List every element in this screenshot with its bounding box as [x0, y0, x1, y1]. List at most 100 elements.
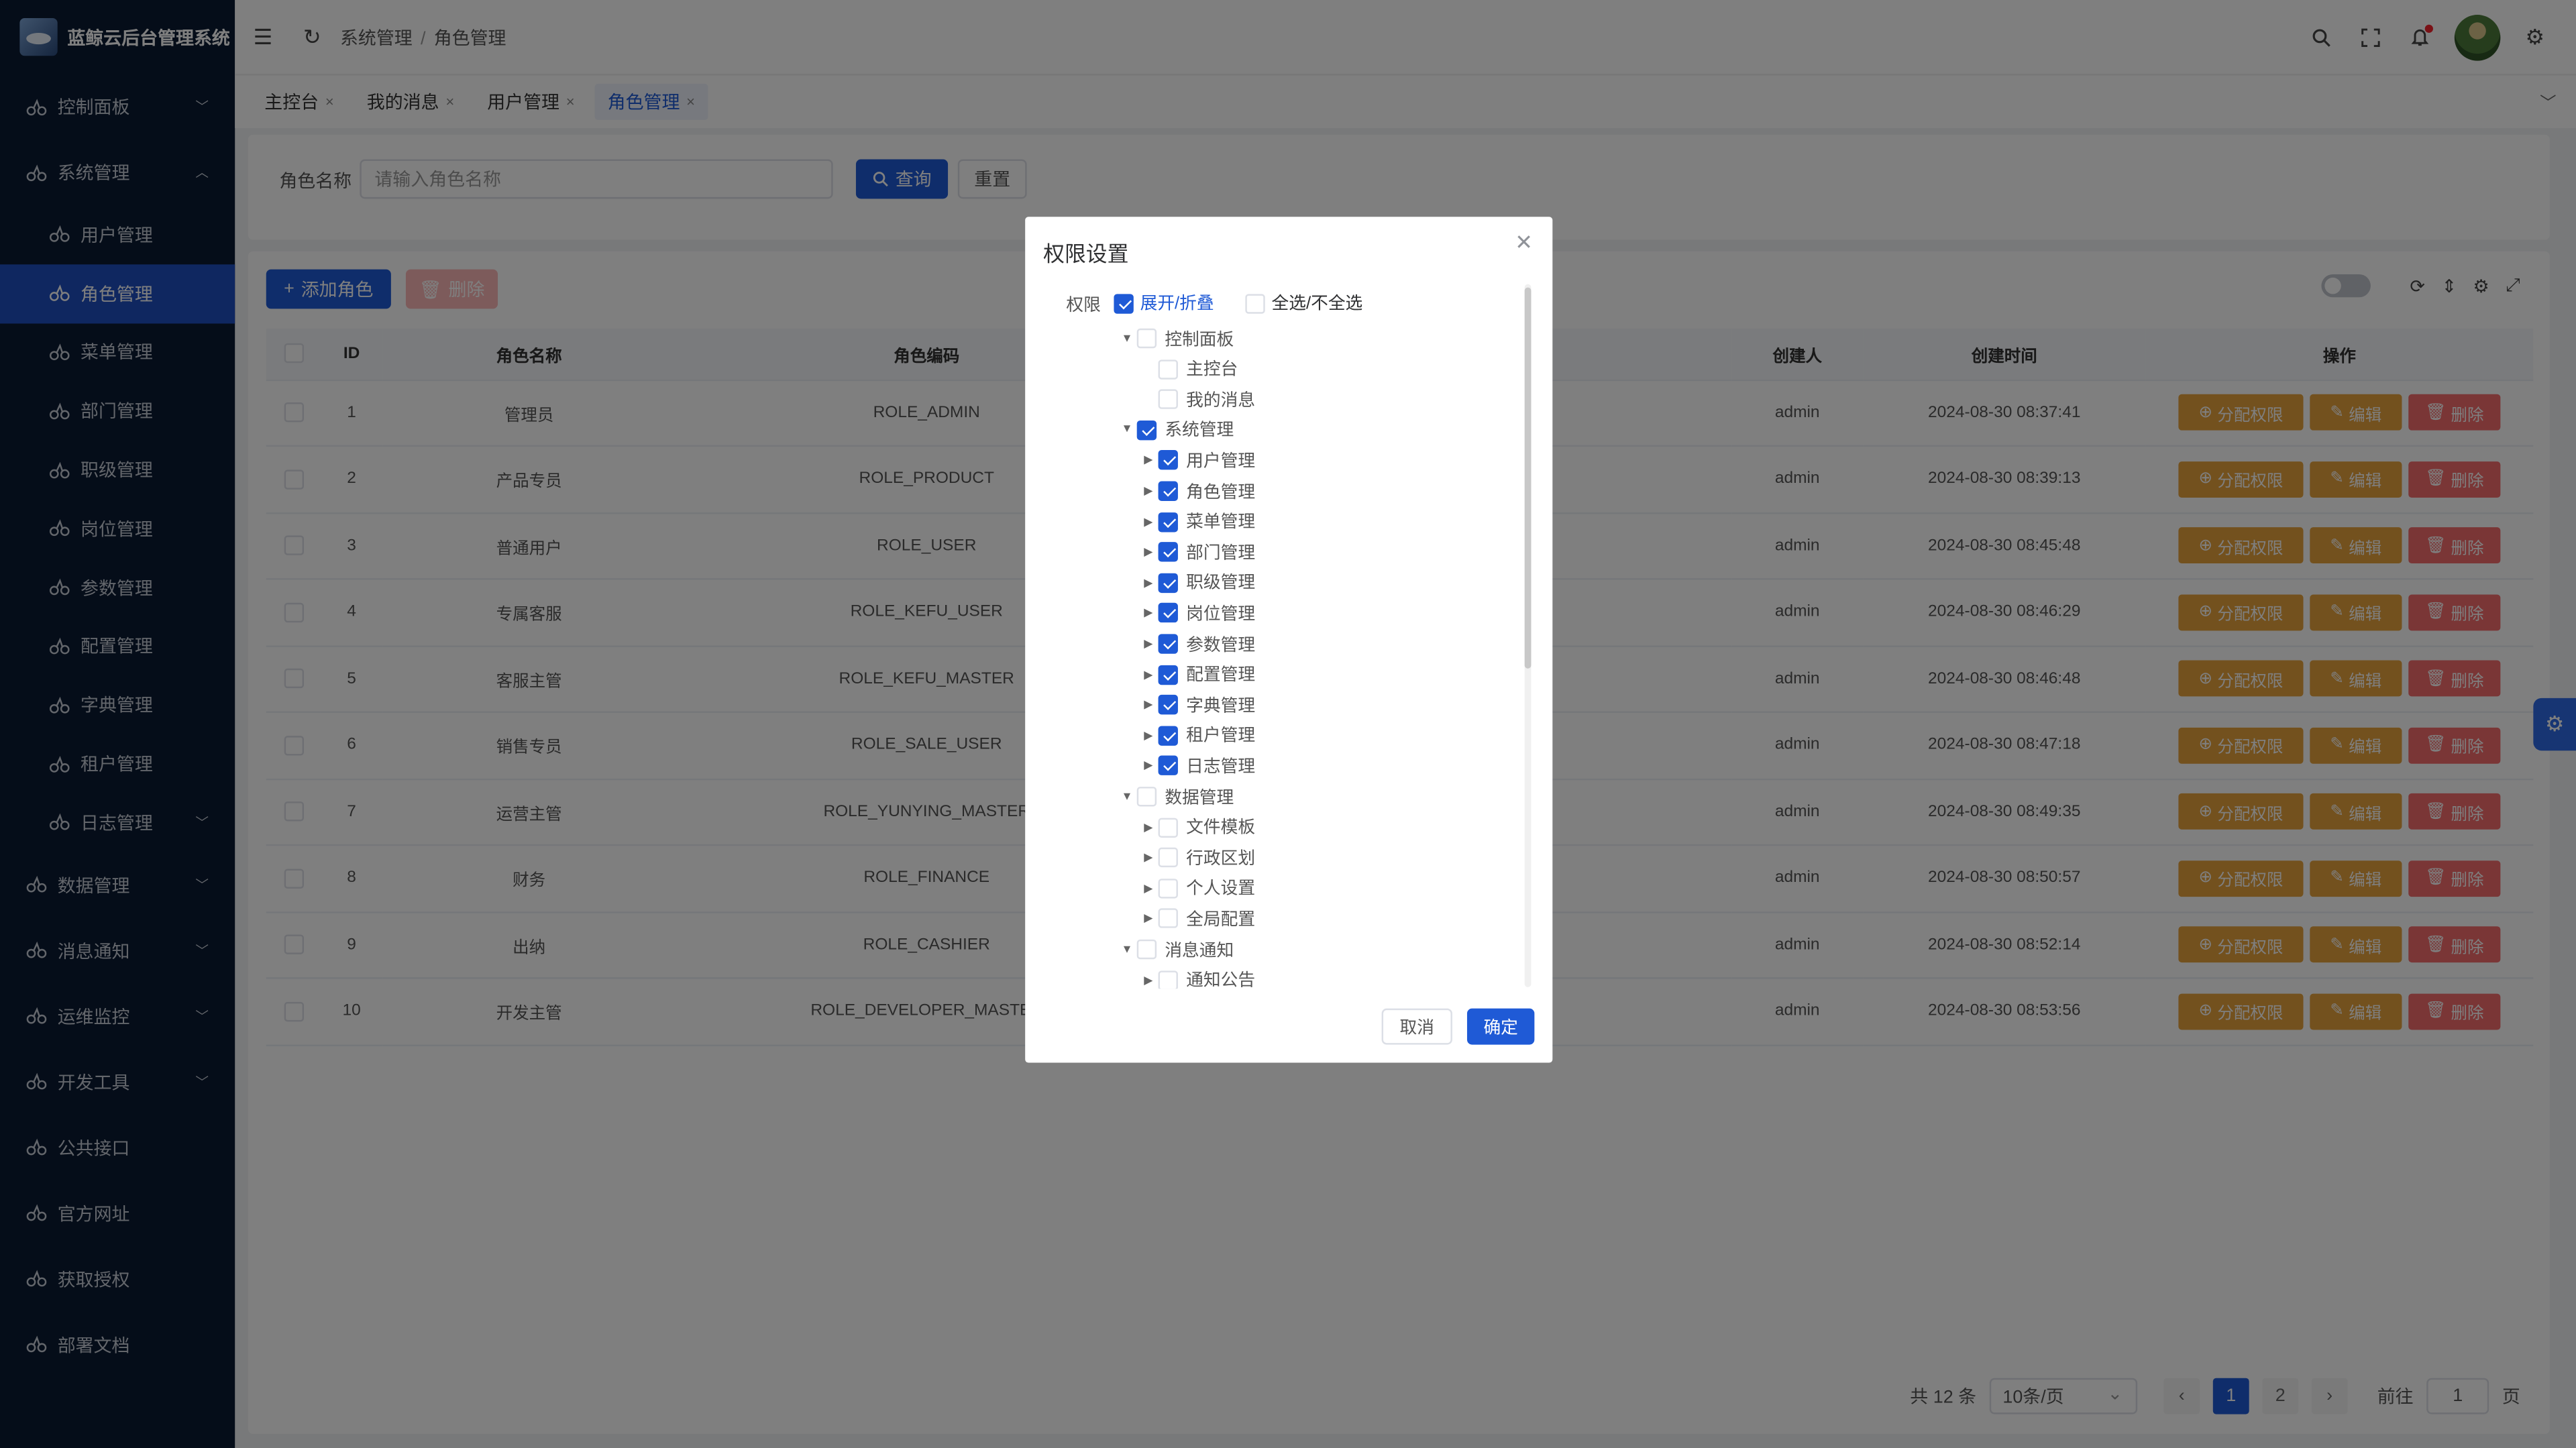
tree-node-checkbox[interactable]: [1158, 542, 1178, 563]
tree-node-checkbox[interactable]: [1158, 664, 1178, 685]
tree-node[interactable]: ▶ 菜单管理: [1138, 507, 1255, 537]
caret-right-icon[interactable]: ▶: [1138, 973, 1158, 987]
tree-node-checkbox[interactable]: [1158, 512, 1178, 532]
tree-scrollbar-thumb[interactable]: [1524, 287, 1532, 669]
tree-node-checkbox[interactable]: [1158, 756, 1178, 776]
tree-node-label: 用户管理: [1186, 451, 1256, 471]
caret-right-icon[interactable]: ▶: [1138, 882, 1158, 895]
tree-node-checkbox[interactable]: [1158, 848, 1178, 868]
caret-right-icon[interactable]: ▶: [1138, 912, 1158, 926]
confirm-button-label: 确定: [1483, 1017, 1518, 1038]
tree-node[interactable]: ▶ 部门管理: [1138, 537, 1255, 567]
tree-node-checkbox[interactable]: [1158, 695, 1178, 715]
caret-down-icon[interactable]: ▼: [1117, 333, 1136, 344]
tree-node-label: 岗位管理: [1186, 604, 1256, 624]
tree-node-checkbox[interactable]: [1158, 725, 1178, 746]
select-all-tree-checkbox[interactable]: [1245, 293, 1265, 313]
tree-node[interactable]: ▼ 消息通知: [1117, 934, 1234, 964]
tree-node-checkbox[interactable]: [1158, 573, 1178, 593]
expand-collapse-label: 展开/折叠: [1140, 294, 1214, 314]
tree-node[interactable]: ▶ 日志管理: [1138, 751, 1255, 781]
tree-node[interactable]: ▶ 参数管理: [1138, 629, 1255, 659]
tree-node[interactable]: ▶ 岗位管理: [1138, 598, 1255, 628]
tree-node-label: 消息通知: [1165, 940, 1234, 960]
dialog-body: 权限 展开/折叠 全选/不全选 ▼ 控制面板主控台我的消息 ▼ 系统管理 ▶ 用户管理 ▶ 角…: [1025, 282, 1552, 989]
tree-node-checkbox[interactable]: [1158, 389, 1178, 410]
tree-node-label: 角色管理: [1186, 482, 1256, 502]
caret-right-icon[interactable]: ▶: [1138, 637, 1158, 651]
tree-node[interactable]: ▼ 数据管理: [1117, 782, 1234, 812]
tree-node-checkbox[interactable]: [1158, 817, 1178, 837]
tree-node-checkbox[interactable]: [1158, 970, 1178, 989]
tree-node[interactable]: ▶ 配置管理: [1138, 660, 1255, 689]
tree-node-label: 租户管理: [1186, 726, 1256, 746]
tree-node-checkbox[interactable]: [1136, 787, 1157, 807]
caret-down-icon[interactable]: ▼: [1117, 944, 1136, 955]
tree-node[interactable]: ▼ 控制面板: [1117, 323, 1234, 353]
select-all-option[interactable]: 全选/不全选: [1245, 290, 1362, 315]
caret-right-icon[interactable]: ▶: [1138, 759, 1158, 773]
tree-node-checkbox[interactable]: [1158, 634, 1178, 654]
caret-right-icon[interactable]: ▶: [1138, 546, 1158, 559]
tree-node-label: 通知公告: [1186, 970, 1256, 989]
cancel-button[interactable]: 取消: [1381, 1008, 1452, 1045]
tree-node-checkbox[interactable]: [1136, 420, 1157, 440]
caret-down-icon[interactable]: ▼: [1117, 791, 1136, 802]
caret-right-icon[interactable]: ▶: [1138, 698, 1158, 712]
tree-node[interactable]: ▶ 角色管理: [1138, 476, 1255, 506]
tree-node-label: 全局配置: [1186, 909, 1256, 930]
tree-node-label: 数据管理: [1165, 787, 1234, 807]
tree-node-label: 字典管理: [1186, 695, 1256, 716]
tree-node-label: 职级管理: [1186, 573, 1256, 594]
tree-node[interactable]: 我的消息: [1138, 385, 1255, 414]
tree-node-checkbox[interactable]: [1158, 878, 1178, 899]
tree-node-label: 菜单管理: [1186, 512, 1256, 533]
close-icon[interactable]: ✕: [1515, 230, 1533, 256]
tree-node[interactable]: ▶ 租户管理: [1138, 721, 1255, 750]
tree-node-checkbox[interactable]: [1158, 481, 1178, 501]
dialog-title: 权限设置: [1043, 241, 1129, 266]
caret-right-icon[interactable]: ▶: [1138, 515, 1158, 528]
tree-node[interactable]: ▶ 个人设置: [1138, 873, 1255, 903]
caret-right-icon[interactable]: ▶: [1138, 576, 1158, 590]
permission-dialog: 权限设置 ✕ 权限 展开/折叠 全选/不全选 ▼ 控制面板主控台我的消息 ▼ 系统管理…: [1025, 217, 1553, 1063]
tree-node[interactable]: ▶ 行政区划: [1138, 843, 1255, 873]
tree-node-checkbox[interactable]: [1158, 450, 1178, 471]
caret-right-icon[interactable]: ▶: [1138, 454, 1158, 467]
tree-node-label: 行政区划: [1186, 848, 1256, 869]
tree-node-label: 我的消息: [1186, 390, 1256, 410]
tree-node-label: 系统管理: [1165, 421, 1234, 441]
cancel-button-label: 取消: [1399, 1017, 1434, 1038]
permission-label: 权限: [1066, 295, 1101, 316]
tree-node-label: 文件模板: [1186, 818, 1256, 838]
tree-node-label: 部门管理: [1186, 543, 1256, 563]
expand-collapse-option[interactable]: 展开/折叠: [1114, 290, 1214, 315]
tree-node-checkbox[interactable]: [1136, 939, 1157, 960]
caret-right-icon[interactable]: ▶: [1138, 607, 1158, 620]
tree-node[interactable]: ▶ 用户管理: [1138, 446, 1255, 476]
expand-collapse-checkbox[interactable]: [1114, 293, 1134, 313]
tree-node[interactable]: 主控台: [1138, 354, 1238, 384]
tree-node[interactable]: ▶ 职级管理: [1138, 568, 1255, 598]
select-all-label: 全选/不全选: [1271, 294, 1363, 314]
tree-node[interactable]: ▶ 字典管理: [1138, 690, 1255, 720]
tree-node-checkbox[interactable]: [1158, 359, 1178, 379]
tree-node[interactable]: ▶ 通知公告: [1138, 965, 1255, 989]
caret-right-icon[interactable]: ▶: [1138, 668, 1158, 681]
tree-node-checkbox[interactable]: [1158, 909, 1178, 929]
tree-node-label: 日志管理: [1186, 757, 1256, 777]
tree-node-label: 配置管理: [1186, 665, 1256, 685]
tree-node-checkbox[interactable]: [1136, 328, 1157, 349]
tree-node-checkbox[interactable]: [1158, 603, 1178, 624]
tree-node-label: 控制面板: [1165, 329, 1234, 349]
tree-node[interactable]: ▼ 系统管理: [1117, 415, 1234, 445]
caret-right-icon[interactable]: ▶: [1138, 484, 1158, 498]
caret-right-icon[interactable]: ▶: [1138, 851, 1158, 864]
tree-node[interactable]: ▶ 全局配置: [1138, 904, 1255, 934]
confirm-button[interactable]: 确定: [1466, 1008, 1535, 1045]
caret-right-icon[interactable]: ▶: [1138, 729, 1158, 742]
caret-right-icon[interactable]: ▶: [1138, 821, 1158, 834]
caret-down-icon[interactable]: ▼: [1117, 425, 1136, 436]
tree-node-label: 主控台: [1186, 359, 1238, 380]
tree-node[interactable]: ▶ 文件模板: [1138, 812, 1255, 842]
